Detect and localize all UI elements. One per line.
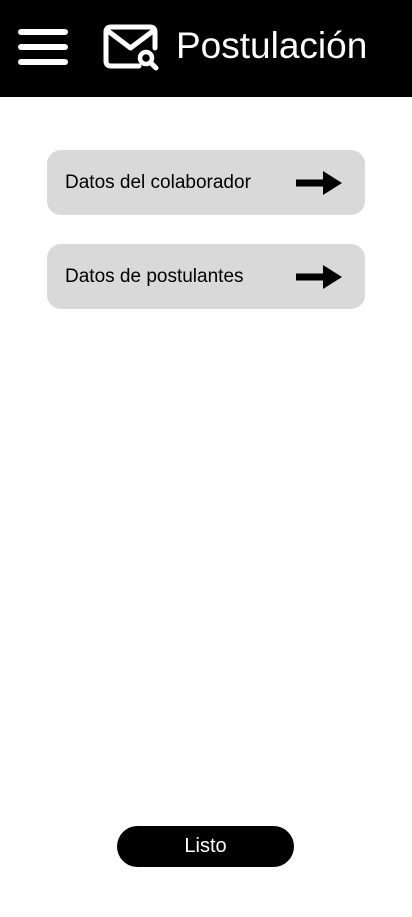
done-button[interactable]: Listo [117, 826, 294, 867]
postulacion-screen: Postulación Datos del colaborador Datos … [0, 0, 412, 917]
arrow-right-icon [296, 171, 342, 195]
hamburger-menu-icon[interactable] [18, 26, 68, 68]
menu-item-label: Datos de postulantes [65, 266, 244, 287]
arrow-right-icon [296, 265, 342, 289]
menu-item-datos-postulantes[interactable]: Datos de postulantes [47, 244, 365, 309]
page-title: Postulación [176, 25, 368, 66]
menu-item-label: Datos del colaborador [65, 172, 251, 193]
menu-item-datos-colaborador[interactable]: Datos del colaborador [47, 150, 365, 215]
app-header: Postulación [0, 0, 412, 97]
mail-search-icon [103, 24, 159, 71]
